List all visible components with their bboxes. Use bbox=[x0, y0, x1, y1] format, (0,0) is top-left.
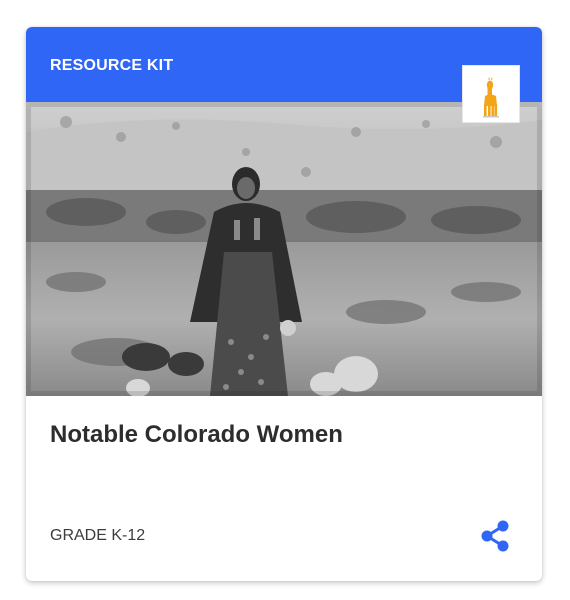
resource-kit-label: RESOURCE KIT bbox=[50, 57, 174, 74]
resource-card[interactable]: RESOURCE KIT Notable Colorado Women GRAD… bbox=[26, 27, 542, 581]
camel-logo-icon bbox=[462, 65, 520, 123]
grade-label: GRADE K-12 bbox=[50, 527, 146, 544]
card-title[interactable]: Notable Colorado Women bbox=[50, 421, 343, 449]
share-icon[interactable] bbox=[478, 519, 512, 553]
historic-photo[interactable] bbox=[26, 102, 542, 396]
